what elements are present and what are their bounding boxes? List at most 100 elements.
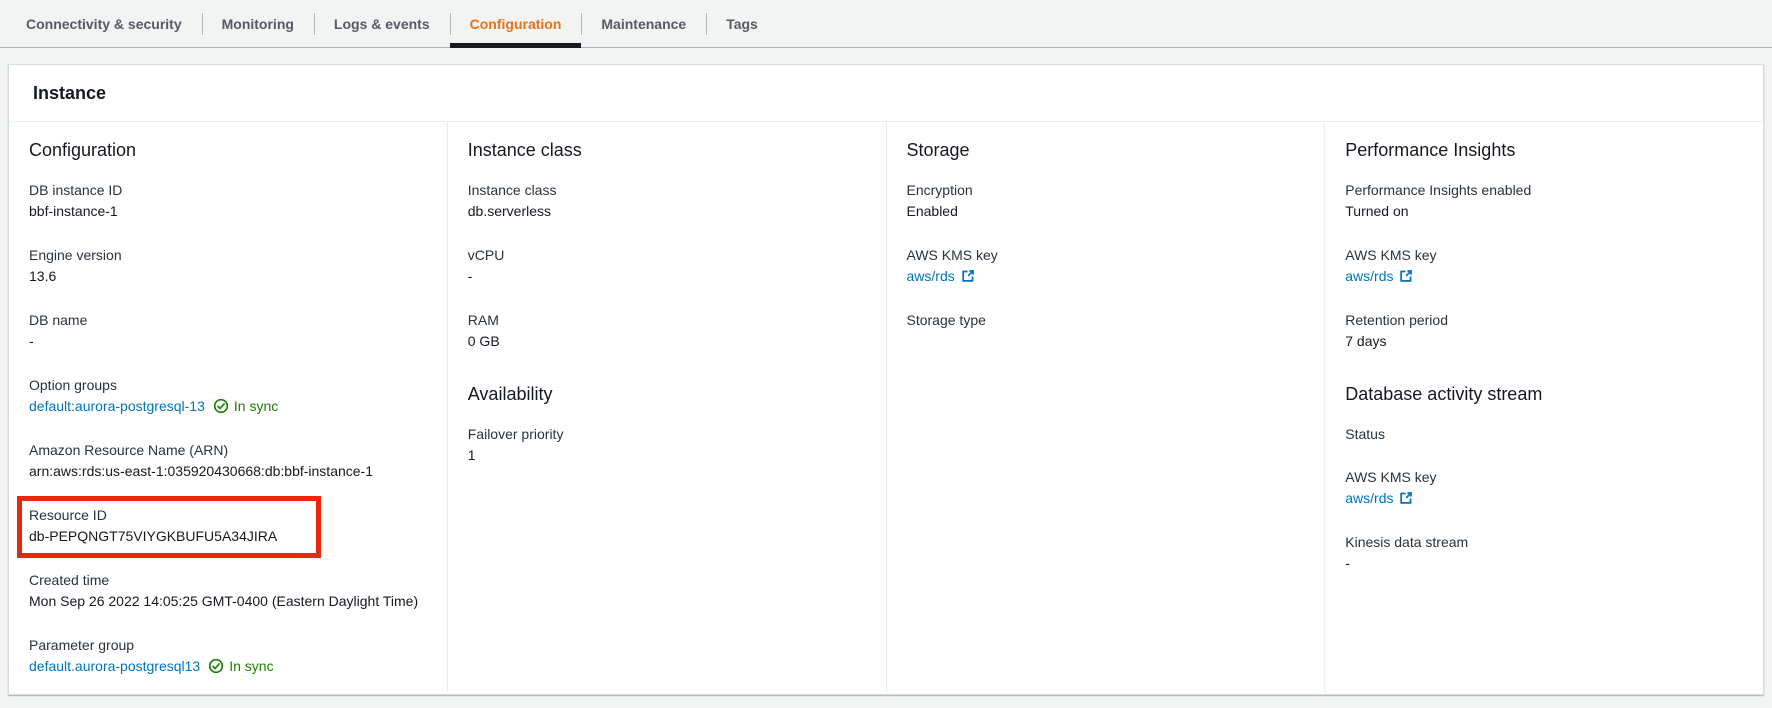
sync-status-badge: In sync xyxy=(213,395,278,417)
link-label: aws/rds xyxy=(1345,268,1393,284)
tab-bar: Connectivity & security Monitoring Logs & … xyxy=(0,0,1772,48)
field-label: Status xyxy=(1345,424,1743,444)
field-value: db-PEPQNGT75VIYGKBUFU5A34JIRA xyxy=(29,525,427,547)
field-label: AWS KMS key xyxy=(1345,467,1743,487)
field-value: bbf-instance-1 xyxy=(29,200,427,222)
field-value: aws/rds xyxy=(1345,265,1743,287)
section-title: Configuration xyxy=(29,136,427,164)
field-label: Encryption xyxy=(907,180,1305,200)
link-label: default:aurora-postgresql-13 xyxy=(29,398,205,414)
tab-label: Configuration xyxy=(470,16,562,32)
field-value: default.aurora-postgresql13 In sync xyxy=(29,655,427,677)
field-label: Engine version xyxy=(29,245,427,265)
section-configuration: Configuration DB instance IDbbf-instance-… xyxy=(29,136,427,677)
field-value: 1 xyxy=(468,444,866,466)
field-db-instance-id: DB instance IDbbf-instance-1 xyxy=(29,180,427,222)
field-label: Option groups xyxy=(29,375,427,395)
default-aurora-postgresql-13-link[interactable]: default:aurora-postgresql-13 xyxy=(29,398,205,414)
field-created-time: Created timeMon Sep 26 2022 14:05:25 GMT… xyxy=(29,570,427,612)
tab-tags[interactable]: Tags xyxy=(706,0,778,47)
check-circle-icon xyxy=(208,658,224,674)
sync-status-label: In sync xyxy=(229,655,273,677)
link-label: default.aurora-postgresql13 xyxy=(29,658,200,674)
field-instance-class: Instance classdb.serverless xyxy=(468,180,866,222)
field-label: Instance class xyxy=(468,180,866,200)
field-label: Created time xyxy=(29,570,427,590)
tab-label: Logs & events xyxy=(334,16,430,32)
field-value: 7 days xyxy=(1345,330,1743,352)
tab-maintenance[interactable]: Maintenance xyxy=(581,0,706,47)
tab-logs-events[interactable]: Logs & events xyxy=(314,0,450,47)
tab-label: Monitoring xyxy=(222,16,294,32)
sync-status-badge: In sync xyxy=(208,655,273,677)
sync-status-label: In sync xyxy=(234,395,278,417)
panel-column-2: Instance classInstance classdb.serverles… xyxy=(447,122,886,692)
field-value: - xyxy=(29,330,427,352)
field-label: Retention period xyxy=(1345,310,1743,330)
panel-column-4: Performance Insights Performance Insights… xyxy=(1324,122,1763,692)
default-aurora-postgresql13-link[interactable]: default.aurora-postgresql13 xyxy=(29,658,200,674)
field-value: Enabled xyxy=(907,200,1305,222)
tab-label: Tags xyxy=(726,16,758,32)
field-label: Parameter group xyxy=(29,635,427,655)
field-value: - xyxy=(468,265,866,287)
field-performance-insights-enabled: Performance Insights enabledTurned on xyxy=(1345,180,1743,222)
panel-column-3: StorageEncryptionEnabledAWS KMS keyaws/r… xyxy=(886,122,1325,692)
instance-panel: Instance Configuration DB instance IDbbf-… xyxy=(8,64,1764,695)
field-label: AWS KMS key xyxy=(1345,245,1743,265)
field-label: Kinesis data stream xyxy=(1345,532,1743,552)
section-title: Performance Insights xyxy=(1345,136,1743,164)
field-db-name: DB name- xyxy=(29,310,427,352)
field-engine-version: Engine version13.6 xyxy=(29,245,427,287)
field-value: aws/rds xyxy=(907,265,1305,287)
field-encryption: EncryptionEnabled xyxy=(907,180,1305,222)
field-option-groups: Option groupsdefault:aurora-postgresql-1… xyxy=(29,375,427,417)
section-title: Availability xyxy=(468,380,866,408)
section-availability: Availability Failover priority1 xyxy=(468,380,866,466)
panel-column-1: Configuration DB instance IDbbf-instance-… xyxy=(9,122,447,692)
field-label: DB name xyxy=(29,310,427,330)
field-value: Mon Sep 26 2022 14:05:25 GMT-0400 (Easte… xyxy=(29,590,427,612)
field-storage-type: Storage type xyxy=(907,310,1305,330)
external-link-icon xyxy=(1399,491,1413,505)
field-value: db.serverless xyxy=(468,200,866,222)
aws-rds-link[interactable]: aws/rds xyxy=(907,268,975,284)
field-label: RAM xyxy=(468,310,866,330)
section-title: Instance class xyxy=(468,136,866,164)
field-ram: RAM0 GB xyxy=(468,310,866,352)
field-aws-kms-key: AWS KMS key aws/rds xyxy=(907,245,1305,287)
field-value: - xyxy=(1345,552,1743,574)
field-resource-id: Resource IDdb-PEPQNGT75VIYGKBUFU5A34JIRA xyxy=(29,505,427,547)
link-label: aws/rds xyxy=(907,268,955,284)
field-failover-priority: Failover priority1 xyxy=(468,424,866,466)
field-parameter-group: Parameter groupdefault.aurora-postgresql… xyxy=(29,635,427,677)
panel-title: Instance xyxy=(33,81,1739,105)
field-aws-kms-key: AWS KMS key aws/rds xyxy=(1345,467,1743,509)
field-value: aws/rds xyxy=(1345,487,1743,509)
field-label: Failover priority xyxy=(468,424,866,444)
field-amazon-resource-name-arn: Amazon Resource Name (ARN)arn:aws:rds:us… xyxy=(29,440,427,482)
field-label: Amazon Resource Name (ARN) xyxy=(29,440,427,460)
field-label: Resource ID xyxy=(29,505,427,525)
tab-configuration[interactable]: Configuration xyxy=(450,0,582,47)
field-value: default:aurora-postgresql-13 In sync xyxy=(29,395,427,417)
tab-label: Maintenance xyxy=(601,16,686,32)
field-label: Performance Insights enabled xyxy=(1345,180,1743,200)
aws-rds-link[interactable]: aws/rds xyxy=(1345,490,1413,506)
section-storage: StorageEncryptionEnabledAWS KMS keyaws/r… xyxy=(907,136,1305,330)
field-aws-kms-key: AWS KMS key aws/rds xyxy=(1345,245,1743,287)
check-circle-icon xyxy=(213,398,229,414)
field-label: Storage type xyxy=(907,310,1305,330)
link-label: aws/rds xyxy=(1345,490,1393,506)
section-performance-insights: Performance Insights Performance Insights… xyxy=(1345,136,1743,352)
field-value: Turned on xyxy=(1345,200,1743,222)
instance-panel-header: Instance xyxy=(9,65,1763,122)
field-vcpu: vCPU- xyxy=(468,245,866,287)
instance-panel-body: Configuration DB instance IDbbf-instance-… xyxy=(9,122,1763,692)
field-label: AWS KMS key xyxy=(907,245,1305,265)
tab-connectivity-security[interactable]: Connectivity & security xyxy=(6,0,202,47)
section-title: Database activity stream xyxy=(1345,380,1743,408)
tab-monitoring[interactable]: Monitoring xyxy=(202,0,314,47)
field-label: vCPU xyxy=(468,245,866,265)
aws-rds-link[interactable]: aws/rds xyxy=(1345,268,1413,284)
